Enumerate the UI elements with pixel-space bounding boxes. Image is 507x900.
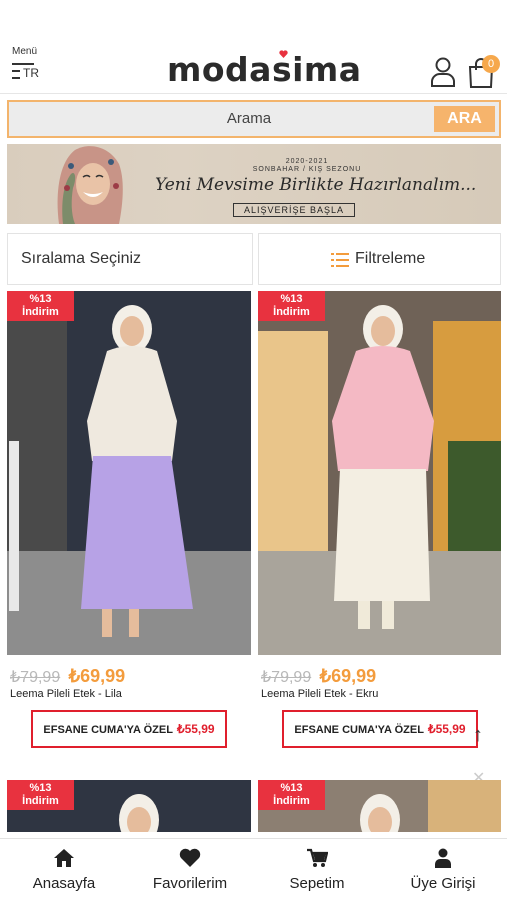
banner-season: SONBAHAR / KIŞ SEZONU: [252, 166, 362, 173]
new-price: ₺69,99: [319, 666, 377, 686]
promo-banner[interactable]: 2020-2021 SONBAHAR / KIŞ SEZONU Yeni Mev…: [7, 144, 501, 224]
product-image[interactable]: %13 İndirim: [258, 780, 501, 832]
nav-cart-label: Sepetim: [289, 875, 345, 892]
search-input[interactable]: Arama: [9, 102, 489, 136]
home-icon: [54, 849, 74, 867]
promo-price-box: EFSANE CUMA'YA ÖZEL ₺55,99: [282, 710, 478, 748]
banner-headline: Yeni Mevsime Birlikte Hazırlanalım...: [155, 175, 477, 195]
discount-badge: %13 İndirim: [258, 291, 325, 321]
old-price: ₺79,99: [10, 669, 61, 686]
language-label[interactable]: TR: [23, 66, 39, 80]
cart-icon: [307, 848, 328, 867]
search-bar: Arama ARA: [7, 100, 501, 138]
nav-login-label: Üye Girişi: [410, 875, 476, 892]
banner-year: 2020-2021: [285, 158, 329, 165]
product-image[interactable]: %13 İndirim: [7, 780, 251, 832]
new-price: ₺69,99: [68, 666, 126, 686]
product-card[interactable]: %13 İndirim ₺79,99 ₺69,99 Leema Pileli E…: [7, 291, 251, 748]
heart-icon: [179, 848, 201, 867]
sort-label: Sıralama Seçiniz: [21, 250, 142, 267]
bottom-navigation: Anasayfa Favorilerim Sepetim Üye Girişi: [0, 838, 507, 900]
search-button[interactable]: ARA: [434, 106, 495, 132]
account-icon[interactable]: [430, 57, 456, 87]
nav-home[interactable]: Anasayfa: [1, 839, 127, 900]
sort-select[interactable]: Sıralama Seçiniz: [7, 233, 253, 285]
menu-button[interactable]: Menü TR: [12, 46, 52, 82]
nav-favorites[interactable]: Favorilerim: [127, 839, 253, 900]
product-image[interactable]: %13 İndirim: [258, 291, 501, 655]
hamburger-icon: TR: [12, 62, 39, 82]
menu-label: Menü: [12, 46, 38, 57]
price-row: ₺79,99 ₺69,99: [10, 666, 125, 687]
banner-cta-button[interactable]: ALIŞVERİŞE BAŞLA: [233, 203, 355, 217]
banner-model-image: [57, 146, 123, 224]
promo-price: ₺55,99: [427, 722, 466, 736]
product-card[interactable]: %13 İndirim ₺79,99 ₺69,99 Leema Pileli E…: [258, 291, 501, 748]
product-card[interactable]: %13 İndirim: [258, 780, 501, 832]
logo[interactable]: modasima: [167, 50, 362, 89]
promo-price-box: EFSANE CUMA'YA ÖZEL ₺55,99: [31, 710, 227, 748]
list-filter-icon: [331, 253, 349, 267]
nav-login[interactable]: Üye Girişi: [380, 839, 506, 900]
product-image[interactable]: %13 İndirim: [7, 291, 251, 655]
user-icon: [435, 848, 451, 868]
scroll-to-top-arrow-icon[interactable]: ↑: [473, 724, 483, 747]
product-name[interactable]: Leema Pileli Etek - Lila: [10, 688, 122, 700]
cart-count-badge: 0: [482, 55, 500, 73]
discount-badge: %13 İndirim: [258, 780, 325, 810]
price-row: ₺79,99 ₺69,99: [261, 666, 376, 687]
logo-heart-icon: [279, 50, 288, 58]
discount-badge: %13 İndirim: [7, 291, 74, 321]
product-name[interactable]: Leema Pileli Etek - Ekru: [261, 688, 378, 700]
nav-home-label: Anasayfa: [32, 875, 96, 892]
discount-badge: %13 İndirim: [7, 780, 74, 810]
nav-cart[interactable]: Sepetim: [254, 839, 380, 900]
filter-button[interactable]: Filtreleme: [258, 233, 501, 285]
header: Menü TR modasima 0: [0, 0, 507, 94]
nav-favorites-label: Favorilerim: [152, 875, 228, 892]
page: Menü TR modasima 0 Arama ARA 2020-2021 S…: [0, 0, 507, 900]
product-skirt: [334, 469, 430, 601]
filter-label: Filtreleme: [355, 250, 426, 267]
product-card[interactable]: %13 İndirim: [7, 780, 251, 832]
old-price: ₺79,99: [261, 669, 312, 686]
promo-price: ₺55,99: [176, 722, 215, 736]
